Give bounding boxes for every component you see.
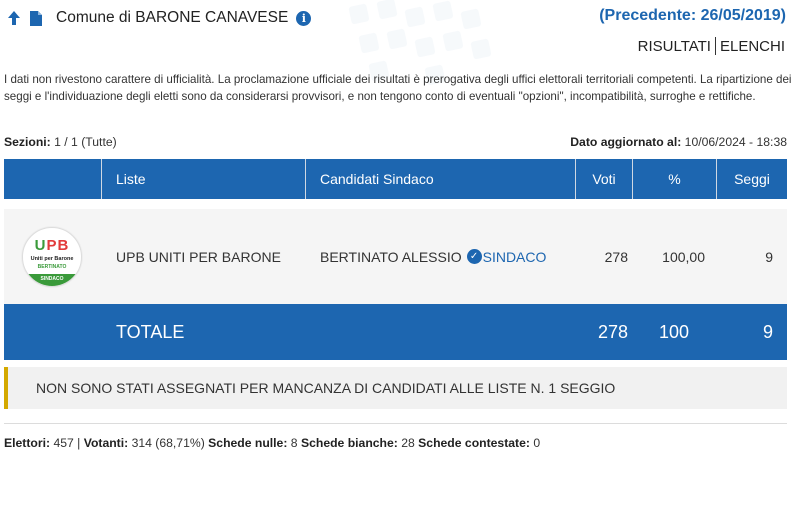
- electors-label: Elettori:: [4, 436, 51, 450]
- list-logo: UPB Uniti per Barone BERTINATO SINDACO: [22, 226, 82, 287]
- list-name: UPB UNITI PER BARONE: [116, 248, 281, 265]
- total-spacer: [4, 304, 102, 360]
- blank-ballots-label: Schede bianche:: [300, 436, 398, 450]
- row-seats: 9: [765, 248, 773, 265]
- total-candidates-spacer: [306, 304, 576, 360]
- view-tabs: RISULTATI ELENCHI: [638, 37, 785, 55]
- divider: [4, 423, 787, 424]
- total-seats: 9: [762, 321, 773, 342]
- table-row: UPB Uniti per Barone BERTINATO SINDACO U…: [4, 209, 787, 304]
- tab-risultati[interactable]: RISULTATI: [638, 38, 711, 55]
- elected-label: SINDACO: [482, 248, 547, 265]
- header-candidates: Candidati Sindaco: [306, 159, 576, 199]
- turnout-summary: Elettori: 457 | Votanti: 314 (68,71%) Sc…: [4, 436, 541, 450]
- municipality-title: Comune di BARONE CANAVESE: [56, 9, 288, 27]
- sections-count: Sezioni: 1 / 1 (Tutte): [4, 135, 117, 149]
- logo-letters: UPB: [34, 236, 70, 254]
- null-ballots-value: 8: [290, 436, 298, 450]
- top-bar: Comune di BARONE CANAVESE i: [4, 6, 312, 30]
- previous-election-link[interactable]: (Precedente: 26/05/2019): [599, 7, 786, 25]
- total-row: TOTALE 278 100 9: [4, 304, 787, 360]
- candidate-name: BERTINATO ALESSIO: [320, 248, 462, 265]
- header-logo-cell: [4, 159, 102, 199]
- null-ballots-label: Schede nulle:: [208, 436, 288, 450]
- header-percent: %: [633, 159, 717, 199]
- results-table: Liste Candidati Sindaco Voti % Seggi UPB…: [4, 159, 787, 360]
- sections-label: Sezioni:: [4, 135, 51, 149]
- document-icon[interactable]: [26, 8, 46, 28]
- list-logo-cell: UPB Uniti per Barone BERTINATO SINDACO: [4, 209, 102, 304]
- tab-separator: [714, 37, 716, 55]
- updated-label: Dato aggiornato al:: [570, 135, 682, 149]
- contested-ballots-value: 0: [533, 436, 541, 450]
- header-lists: Liste: [102, 159, 306, 199]
- electors-value: 457: [53, 436, 74, 450]
- header-seats: Seggi: [734, 171, 770, 187]
- logo-line1: Uniti per Barone: [30, 255, 74, 262]
- check-circle-icon: ✓: [466, 249, 482, 264]
- info-icon[interactable]: i: [296, 10, 312, 26]
- disclaimer-text: I dati non rivestono carattere di uffici…: [4, 73, 792, 103]
- row-votes: 278: [604, 248, 628, 265]
- total-votes: 278: [597, 321, 628, 342]
- blank-ballots-value: 28: [401, 436, 415, 450]
- voters-label: Votanti:: [83, 436, 129, 450]
- total-percent: 100: [658, 321, 689, 342]
- arrow-up-icon[interactable]: [4, 8, 24, 28]
- update-timestamp: Dato aggiornato al: 10/06/2024 - 18:38: [570, 135, 787, 149]
- municipality-prefix: Comune di: [56, 9, 131, 26]
- tab-elenchi[interactable]: ELENCHI: [720, 38, 785, 55]
- table-header: Liste Candidati Sindaco Voti % Seggi: [4, 159, 787, 199]
- logo-line2: BERTINATO: [37, 263, 67, 270]
- contested-ballots-label: Schede contestate:: [418, 436, 530, 450]
- sections-info: Sezioni: 1 / 1 (Tutte) Dato aggiornato a…: [4, 135, 787, 149]
- total-label: TOTALE: [116, 321, 185, 342]
- voters-value: 314 (68,71%): [131, 436, 205, 450]
- municipality-name: BARONE CANAVESE: [135, 9, 289, 26]
- sections-value: 1 / 1 (Tutte): [54, 135, 117, 149]
- row-percent: 100,00: [662, 248, 705, 265]
- updated-value: 10/06/2024 - 18:38: [684, 135, 787, 149]
- seat-notice: NON SONO STATI ASSEGNATI PER MANCANZA DI…: [4, 367, 787, 409]
- logo-line3: SINDACO: [23, 273, 81, 286]
- candidate-cell: BERTINATO ALESSIO ✓ SINDACO: [306, 209, 576, 304]
- header-votes: Voti: [576, 159, 633, 199]
